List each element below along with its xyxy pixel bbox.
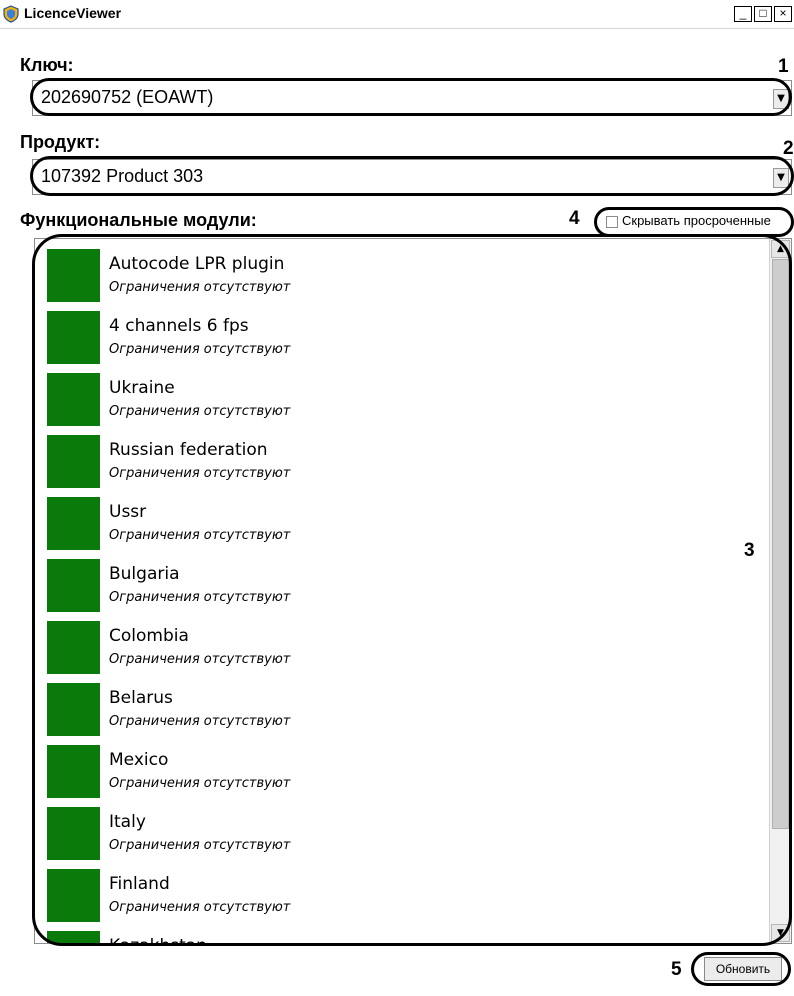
callout-number-hide-expired: 4 [569, 208, 580, 229]
key-label: Ключ: [20, 55, 74, 75]
module-restriction: Ограничения отсутствуют [109, 900, 291, 915]
module-name: Colombia [109, 626, 189, 646]
module-restriction: Ограничения отсутствуют [109, 466, 291, 481]
module-status-swatch [47, 559, 100, 612]
shield-icon [3, 5, 19, 23]
module-status-swatch [47, 249, 100, 302]
module-status-swatch [47, 807, 100, 860]
module-name: Ukraine [109, 378, 175, 398]
callout-number-modules: 3 [744, 540, 755, 561]
maximize-button[interactable]: □ [754, 6, 772, 22]
scroll-down-button[interactable]: ▼ [771, 924, 790, 942]
module-item[interactable]: Ukraine Ограничения отсутствуют [47, 373, 767, 435]
module-items: Autocode LPR plugin Ограничения отсутству… [47, 249, 767, 943]
callout-number-refresh: 5 [671, 959, 682, 980]
module-restriction: Ограничения отсутствуют [109, 838, 291, 853]
module-status-swatch [47, 435, 100, 488]
module-name: Italy [109, 812, 146, 832]
module-name: Autocode LPR plugin [109, 254, 285, 274]
title-bar: LicenceViewer _ □ × [0, 0, 794, 29]
key-select-value: 202690752 (EOAWT) [41, 87, 214, 107]
module-restriction: Ограничения отсутствуют [109, 776, 291, 791]
module-item[interactable]: Colombia Ограничения отсутствуют [47, 621, 767, 683]
module-status-swatch [47, 497, 100, 550]
module-name: Bulgaria [109, 564, 180, 584]
modules-list[interactable]: Autocode LPR plugin Ограничения отсутству… [34, 238, 792, 944]
module-status-swatch [47, 931, 100, 943]
window-title: LicenceViewer [24, 5, 122, 21]
module-item[interactable]: Italy Ограничения отсутствуют [47, 807, 767, 869]
module-name: Mexico [109, 750, 169, 770]
hide-expired-checkbox-row[interactable]: Скрывать просроченные [602, 210, 794, 234]
module-restriction: Ограничения отсутствуют [109, 652, 291, 667]
module-status-swatch [47, 869, 100, 922]
chevron-down-icon[interactable]: ▼ [773, 168, 789, 188]
chevron-down-icon[interactable]: ▼ [773, 89, 789, 109]
callout-number-product: 2 [783, 138, 794, 159]
module-status-swatch [47, 373, 100, 426]
module-item[interactable]: Kazakhstan [47, 931, 767, 943]
module-status-swatch [47, 683, 100, 736]
module-item[interactable]: 4 channels 6 fps Ограничения отсутствуют [47, 311, 767, 373]
licence-viewer-window: LicenceViewer _ □ × Ключ: 202690752 (EOA… [0, 0, 794, 996]
module-name: Kazakhstan [109, 936, 207, 943]
module-name: Belarus [109, 688, 173, 708]
scroll-up-button[interactable]: ▲ [771, 240, 790, 258]
key-select[interactable]: 202690752 (EOAWT) ▼ [32, 80, 792, 116]
module-item[interactable]: Russian federation Ограничения отсутствую… [47, 435, 767, 497]
scrollbar[interactable]: ▲ ▼ [769, 239, 791, 943]
minimize-button[interactable]: _ [734, 6, 752, 22]
module-name: Ussr [109, 502, 147, 522]
module-status-swatch [47, 621, 100, 674]
module-item[interactable]: Belarus Ограничения отсутствуют [47, 683, 767, 745]
callout-number-key: 1 [778, 56, 789, 77]
module-name: Russian federation [109, 440, 268, 460]
module-name: 4 channels 6 fps [109, 316, 249, 336]
module-status-swatch [47, 311, 100, 364]
module-status-swatch [47, 745, 100, 798]
product-select[interactable]: 107392 Product 303 ▼ [32, 159, 792, 195]
module-restriction: Ограничения отсутствуют [109, 590, 291, 605]
refresh-button[interactable]: Обновить [704, 957, 782, 981]
module-item[interactable]: Autocode LPR plugin Ограничения отсутству… [47, 249, 767, 311]
module-restriction: Ограничения отсутствуют [109, 342, 291, 357]
module-item[interactable]: Mexico Ограничения отсутствуют [47, 745, 767, 807]
modules-label: Функциональные модули: [20, 210, 257, 230]
module-restriction: Ограничения отсутствуют [109, 714, 291, 729]
close-button[interactable]: × [774, 6, 792, 22]
scrollbar-thumb[interactable] [772, 259, 789, 829]
module-item[interactable]: Ussr Ограничения отсутствуют [47, 497, 767, 559]
module-item[interactable]: Finland Ограничения отсутствуют [47, 869, 767, 931]
module-restriction: Ограничения отсутствуют [109, 528, 291, 543]
module-restriction: Ограничения отсутствуют [109, 280, 291, 295]
product-select-value: 107392 Product 303 [41, 166, 204, 186]
module-item[interactable]: Bulgaria Ограничения отсутствуют [47, 559, 767, 621]
module-name: Finland [109, 874, 170, 894]
hide-expired-checkbox[interactable] [606, 216, 618, 228]
module-restriction: Ограничения отсутствуют [109, 404, 291, 419]
hide-expired-label[interactable]: Скрывать просроченные [622, 213, 771, 228]
product-label: Продукт: [20, 132, 101, 152]
